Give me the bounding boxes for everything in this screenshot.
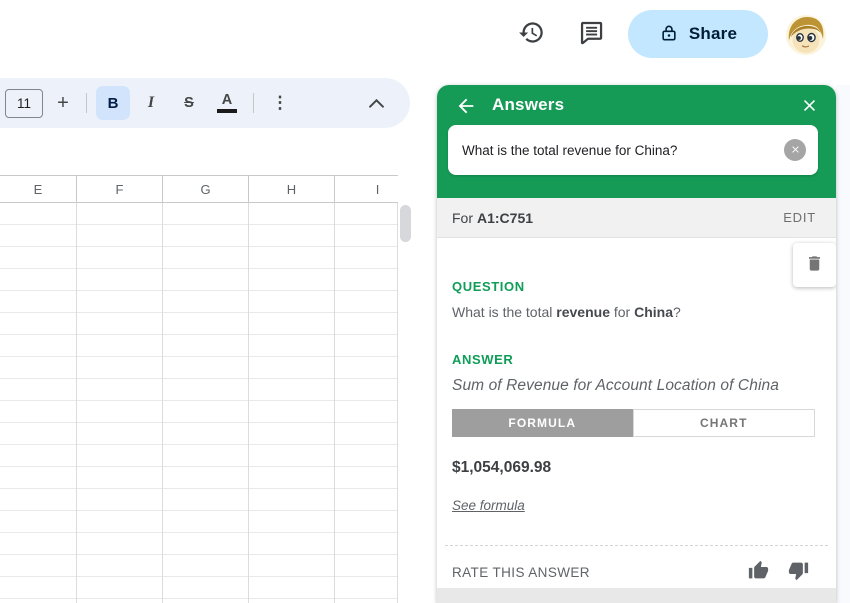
answers-panel-header: Answers <box>437 85 836 198</box>
strikethrough-icon: S <box>184 95 194 111</box>
column-header[interactable]: G <box>163 176 249 202</box>
column-header[interactable]: E <box>0 176 77 202</box>
column-header[interactable]: H <box>249 176 335 202</box>
tab-chart[interactable]: CHART <box>633 409 816 437</box>
collapse-toolbar-button[interactable] <box>366 94 386 112</box>
grid-column-line <box>397 203 398 603</box>
column-headers: E F G H I <box>0 175 398 203</box>
column-header-label: H <box>287 182 296 197</box>
range-value: A1:C751 <box>477 210 533 226</box>
more-vertical-icon: ⋮ <box>272 93 289 113</box>
edit-range-button[interactable]: EDIT <box>783 210 816 225</box>
rate-answer-label: RATE THIS ANSWER <box>452 565 590 580</box>
query-input-container <box>448 125 818 175</box>
column-header-label: G <box>200 182 210 197</box>
question-text: What is the total revenue for China? <box>452 304 681 320</box>
sheet-grid[interactable] <box>0 203 398 603</box>
vertical-scrollbar-thumb[interactable] <box>400 205 411 242</box>
clear-icon <box>790 143 801 158</box>
back-button[interactable] <box>449 90 483 124</box>
column-header-label: F <box>116 182 124 197</box>
grid-column-line <box>76 203 77 603</box>
thumb-down-icon <box>788 560 809 584</box>
back-arrow-icon <box>455 95 477 120</box>
result-value: $1,054,069.98 <box>452 459 551 477</box>
question-input[interactable] <box>448 143 784 158</box>
thumbs-up-button[interactable] <box>744 558 772 586</box>
toolbar-divider <box>86 93 87 113</box>
clear-query-button[interactable] <box>784 139 806 161</box>
toolbar-divider <box>253 93 254 113</box>
share-button[interactable]: Share <box>628 10 768 58</box>
panel-title: Answers <box>492 95 564 115</box>
column-header[interactable]: F <box>77 176 163 202</box>
italic-icon: I <box>148 94 154 112</box>
grid-column-line <box>162 203 163 603</box>
bold-button[interactable]: B <box>96 86 130 120</box>
range-prefix: For <box>452 210 473 226</box>
answer-description: Sum of Revenue for Account Location of C… <box>452 377 779 395</box>
delete-answer-button[interactable] <box>793 243 836 287</box>
comment-icon <box>578 19 605 49</box>
panel-footer <box>437 588 836 603</box>
rate-answer-row: RATE THIS ANSWER <box>452 556 812 588</box>
thumbs-down-button[interactable] <box>784 558 812 586</box>
font-size-field[interactable] <box>5 89 43 118</box>
close-icon <box>800 96 819 118</box>
close-panel-button[interactable] <box>792 90 826 124</box>
lock-icon <box>659 23 679 46</box>
column-header-label: I <box>376 182 380 197</box>
share-label: Share <box>689 24 737 44</box>
avatar[interactable] <box>786 15 826 55</box>
answer-card: QUESTION What is the total revenue for C… <box>437 238 836 588</box>
more-options-button[interactable]: ⋮ <box>263 86 297 120</box>
column-header[interactable]: I <box>335 176 398 202</box>
data-range-bar: For A1:C751 EDIT <box>437 198 836 238</box>
column-header-label: E <box>34 182 43 197</box>
text-color-icon: A <box>222 93 232 108</box>
increase-font-size-button[interactable]: + <box>47 92 79 115</box>
question-section-label: QUESTION <box>452 279 525 294</box>
dashed-divider <box>445 545 828 546</box>
history-button[interactable] <box>512 15 550 53</box>
formatting-toolbar: + B I S A ⋮ <box>0 78 410 128</box>
grid-column-line <box>248 203 249 603</box>
panel-gutter <box>836 85 850 603</box>
see-formula-link[interactable]: See formula <box>452 498 525 513</box>
text-color-button[interactable]: A <box>210 86 244 120</box>
trash-icon <box>805 254 824 276</box>
strikethrough-button[interactable]: S <box>172 86 206 120</box>
bold-icon: B <box>108 95 119 112</box>
grid-column-line <box>334 203 335 603</box>
italic-button[interactable]: I <box>134 86 168 120</box>
answer-section-label: ANSWER <box>452 352 513 367</box>
comments-button[interactable] <box>572 15 610 53</box>
tab-formula[interactable]: FORMULA <box>452 409 633 437</box>
text-color-swatch <box>217 109 237 113</box>
collapse-toolbar-icon <box>369 96 384 111</box>
answer-view-tabs: FORMULA CHART <box>452 409 815 437</box>
thumb-up-icon <box>748 560 769 584</box>
sheets-window: Share + B I S A <box>0 0 850 603</box>
answers-panel: Answers For A1:C751 EDIT <box>437 85 836 603</box>
history-icon <box>518 19 545 49</box>
